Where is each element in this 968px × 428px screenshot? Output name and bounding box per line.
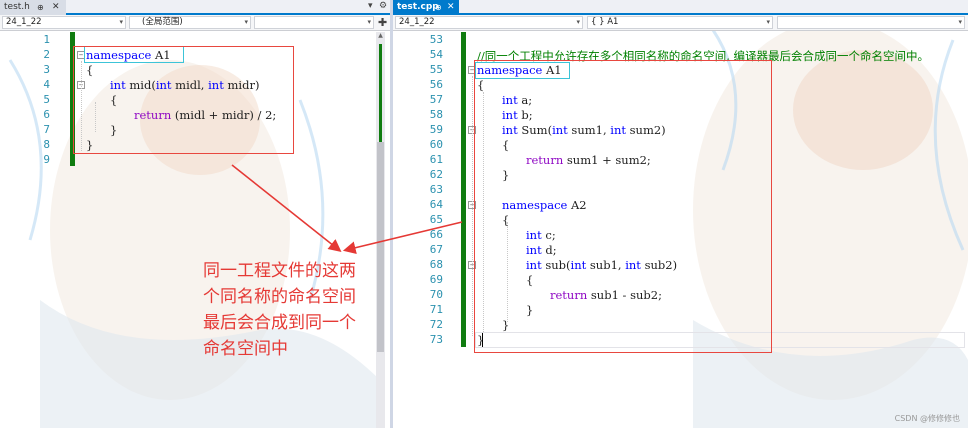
line-number: 67 (429, 243, 443, 256)
line-number: 61 (429, 153, 443, 166)
tab-test-cpp[interactable]: test.cpp ⊕ ✕ (393, 0, 459, 15)
close-icon[interactable]: ✕ (447, 0, 455, 15)
scope-combo[interactable]: (全局范围) ▾ (129, 16, 251, 29)
gear-icon[interactable]: ⚙ (379, 1, 387, 11)
annotation-line: 命名空间中 (203, 339, 288, 359)
project-combo[interactable]: 24_1_22 ▾ (395, 16, 583, 29)
navigation-bar: 24_1_22 ▾ (全局范围) ▾ ▾ ✚ (0, 15, 390, 31)
scope-combo[interactable]: { } A1 ▾ (587, 16, 773, 29)
line-number: 54 (429, 48, 443, 61)
chevron-down-icon: ▾ (576, 18, 580, 26)
line-number: 65 (429, 213, 443, 226)
line-number: 63 (429, 183, 443, 196)
line-number: 5 (43, 93, 50, 106)
member-combo[interactable]: ▾ (254, 16, 374, 29)
editor-pane-right: test.cpp ⊕ ✕ 24_1_22 ▾ { } A1 ▾ ▾ 53 54 … (393, 0, 968, 428)
member-combo[interactable]: ▾ (777, 16, 965, 29)
line-number: 3 (43, 63, 50, 76)
annotation-line: 个同名称的命名空间 (203, 287, 356, 307)
line-number: 66 (429, 228, 443, 241)
line-number: 60 (429, 138, 443, 151)
code-editor[interactable]: 53 54 55 56 57 58 59 60 61 62 63 64 65 6… (393, 32, 968, 428)
pin-icon[interactable]: ⊕ (435, 0, 442, 15)
tab-strip: test.h ⊕ ✕ ▾ ⚙ (0, 0, 390, 15)
project-combo[interactable]: 24_1_22 ▾ (2, 16, 126, 29)
annotation-line: 最后会合成到同一个 (203, 313, 356, 333)
line-number: 1 (43, 33, 50, 46)
line-number: 72 (429, 318, 443, 331)
line-number: 55 (429, 63, 443, 76)
scope-combo-value: { } A1 (591, 17, 619, 27)
line-number: 68 (429, 258, 443, 271)
split-window-icon[interactable]: ✚ (378, 16, 387, 29)
line-number: 8 (43, 138, 50, 151)
namespace-outline-box (73, 46, 294, 154)
line-number: 57 (429, 93, 443, 106)
line-number: 9 (43, 153, 50, 166)
chevron-down-icon: ▾ (119, 18, 123, 26)
line-number: 59 (429, 123, 443, 136)
pin-icon[interactable]: ⊕ (37, 0, 44, 15)
scrollbar-change-marker (379, 44, 382, 144)
chevron-down-icon: ▾ (766, 18, 770, 26)
line-number: 62 (429, 168, 443, 181)
line-number: 4 (43, 78, 50, 91)
chevron-down-icon: ▾ (958, 18, 962, 26)
tab-title: test.cpp (397, 2, 439, 12)
line-number: 71 (429, 303, 443, 316)
tab-test-h[interactable]: test.h ⊕ ✕ (0, 0, 66, 15)
scroll-up-icon[interactable]: ▲ (376, 32, 385, 39)
vertical-scrollbar[interactable]: ▲ (376, 32, 385, 428)
chevron-down-icon: ▾ (244, 18, 248, 26)
line-number: 73 (429, 333, 443, 346)
line-number: 2 (43, 48, 50, 61)
navigation-bar: 24_1_22 ▾ { } A1 ▾ ▾ (393, 15, 968, 31)
tab-list-dropdown-icon[interactable]: ▾ (368, 1, 373, 11)
line-number: 7 (43, 123, 50, 136)
tab-strip: test.cpp ⊕ ✕ (393, 0, 968, 15)
line-number: 58 (429, 108, 443, 121)
line-number: 53 (429, 33, 443, 46)
scope-combo-value: (全局范围) (142, 17, 183, 27)
watermark: CSDN @修修修也 (894, 414, 960, 423)
outline-guide (472, 76, 473, 336)
line-number: 64 (429, 198, 443, 211)
code-editor[interactable]: 1 2 3 4 5 6 7 8 9 − − namespace A1 { int… (0, 32, 390, 428)
annotation-line: 同一工程文件的这两 (203, 261, 356, 281)
line-number: 56 (429, 78, 443, 91)
line-number: 69 (429, 273, 443, 286)
tab-title: test.h (4, 2, 30, 12)
namespace-outline-box (474, 60, 772, 353)
close-icon[interactable]: ✕ (52, 0, 60, 15)
project-combo-value: 24_1_22 (6, 17, 42, 27)
line-number: 70 (429, 288, 443, 301)
chevron-down-icon: ▾ (367, 18, 371, 26)
annotation-text: 同一工程文件的这两 个同名称的命名空间 最后会合成到同一个 命名空间中 (203, 258, 388, 362)
line-number: 6 (43, 108, 50, 121)
editor-pane-left: test.h ⊕ ✕ ▾ ⚙ 24_1_22 ▾ (全局范围) ▾ ▾ ✚ 1 … (0, 0, 390, 428)
project-combo-value: 24_1_22 (399, 17, 435, 27)
change-tracking-bar (461, 32, 466, 347)
